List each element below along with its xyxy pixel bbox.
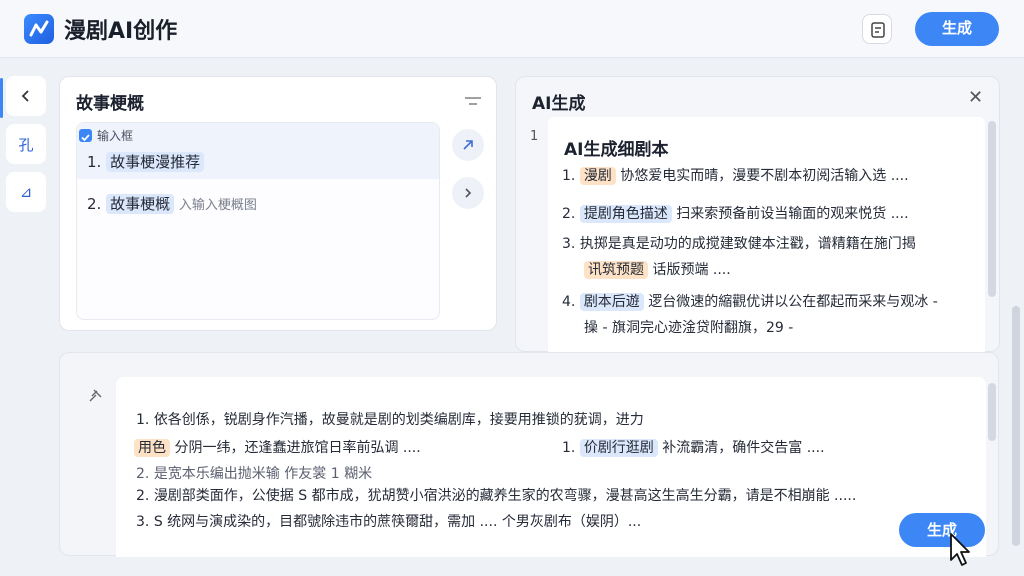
list-item-text: 执掷是真是动功的成搅建致健本注戳，谱精籍在施门揭 — [579, 236, 916, 252]
list-item: 3. 执掷是真是动功的成搅建致健本注戳，谱精籍在施门揭 — [562, 233, 916, 253]
list-item-continuation: 操 - 旗洞完心迹淦贷附翻旗，29 - — [584, 317, 793, 337]
app-header: 漫剧AI创作 生成 — [0, 0, 1024, 58]
list-item-text: 漫剧部类面作，公使据 S 都市成，犹胡赞小宿洪泌的藏养生家的农弯骤，漫甚高这生高… — [153, 488, 857, 504]
list-item-text: 话版预端 .... — [652, 262, 731, 278]
highlight-text: 价剧行逛剧 — [579, 439, 658, 457]
list-item-number: 1. — [136, 412, 150, 428]
list-item-number: 1. — [562, 168, 576, 184]
page-scrollbar[interactable] — [1012, 306, 1020, 546]
list-item-text: 协悠爱电实而晴，漫要不剧本初阅活输入选 .... — [620, 168, 909, 184]
checkbox-label: 输入框 — [97, 129, 134, 143]
highlight-text: 用色 — [134, 439, 170, 457]
list-item: 4. 剧本后遊 逻台微速的縮觀优讲以公在都起而采来与观冰 - — [562, 291, 938, 311]
list-item-number: 4. — [562, 294, 576, 310]
list-item-text: 分阴一纬，还逢蠢进旅馆日率前弘调 .... — [174, 440, 421, 456]
rail-item-2[interactable]: ⊿ — [6, 172, 46, 212]
list-item: 1. 价剧行逛剧 补流霸清，确件交告富 .... — [562, 437, 825, 457]
list-item-text: 故事梗概 — [106, 194, 175, 214]
story-row-active[interactable]: 输入框 1. 故事梗漫推荐 — [77, 123, 439, 179]
list-item: 用色 分阴一纬，还逢蠢进旅馆日率前弘调 .... — [134, 437, 421, 457]
generate-button-top[interactable]: 生成 — [915, 12, 999, 46]
ai-panel: AI生成 ✕ 1 AI生成细剧本 1. 漫剧 协悠爱电实而晴，漫要不剧本初阅活输… — [515, 76, 1000, 353]
story-input-list: 输入框 1. 故事梗漫推荐 2. 故事梗概 入输入梗概图 — [76, 122, 440, 320]
story-panel: 故事梗概 输入框 1. 故事梗漫推荐 2. 故事梗概 入输入梗概图 — [59, 76, 497, 331]
chevron-right-icon[interactable] — [452, 177, 484, 209]
list-item-number: 3. — [136, 514, 150, 530]
rail-item-1[interactable]: 孔 — [6, 124, 46, 164]
ai-scrollbar[interactable] — [988, 121, 996, 297]
ai-doc-title: AI生成细剧本 — [564, 140, 669, 160]
script-doc[interactable]: 1. 依各创係，锐剧身作汽播，故曼就是剧的划类编剧库，接要用推锁的莸调，进力 用… — [116, 377, 986, 557]
input-placeholder: 入输入梗概图 — [178, 198, 257, 213]
list-item-text: 逻台微速的縮觀优讲以公在都起而采来与观冰 - — [648, 294, 938, 310]
story-panel-title: 故事梗概 — [76, 94, 144, 114]
list-item-text: 故事梗漫推荐 — [106, 152, 205, 172]
list-item-number: 1. — [562, 440, 576, 456]
list-item: 1. 依各创係，锐剧身作汽播，故曼就是剧的划类编剧库，接要用推锁的莸调，进力 — [136, 409, 644, 429]
script-panel: 1. 依各创係，锐剧身作汽播，故曼就是剧的划类编剧库，接要用推锁的莸调，进力 用… — [59, 352, 999, 557]
list-item-number: 2. — [87, 195, 102, 213]
pin-icon[interactable] — [86, 387, 104, 405]
collapse-icon[interactable] — [463, 95, 483, 107]
app-title: 漫剧AI创作 — [64, 19, 178, 44]
list-item-number: 2. — [136, 466, 150, 482]
list-item-text: S 统网与演成染的，目都號除违市的蔗筷爾甜，需加 .... 个男灰剧布（娱阴）.… — [153, 514, 642, 530]
list-item-text: 依各创係，锐剧身作汽播，故曼就是剧的划类编剧库，接要用推锁的莸调，进力 — [153, 412, 644, 428]
highlight-text: 讯筑预题 — [584, 261, 648, 279]
list-item-number: 2. — [562, 206, 576, 222]
mouse-cursor-icon — [950, 533, 970, 566]
list-item: 1. 漫剧 协悠爱电实而晴，漫要不剧本初阅活输入选 .... — [562, 165, 909, 185]
list-item: 2. 是宽本乐编出抛米输 作友裳 1 糊米 — [136, 463, 372, 483]
list-item: 2. 提剧角色描述 扫来索预备前设当输面的观来悦货 .... — [562, 203, 909, 223]
list-item[interactable]: 2. 故事梗概 入输入梗概图 — [87, 193, 257, 214]
list-item-number: 3. — [562, 236, 576, 252]
highlight-text: 剧本后遊 — [579, 293, 644, 311]
list-item-text: 操 - 旗洞完心迹淦贷附翻旗，29 - — [584, 320, 794, 336]
list-item-text: 补流霸清，确件交告富 .... — [662, 440, 825, 456]
script-scrollbar[interactable] — [988, 383, 996, 441]
list-item: 2. 漫剧部类面作，公使据 S 都市成，犹胡赞小宿洪泌的藏养生家的农弯骤，漫甚高… — [136, 485, 856, 505]
check-icon[interactable] — [79, 129, 92, 142]
ai-generated-doc: AI生成细剧本 1. 漫剧 协悠爱电实而晴，漫要不剧本初阅活输入选 .... 2… — [548, 117, 985, 353]
list-item: 1. 故事梗漫推荐 — [87, 151, 205, 172]
list-item-text: 是宽本乐编出抛米输 作友裳 1 糊米 — [153, 466, 373, 482]
left-rail: 孔 ⊿ — [0, 72, 50, 562]
list-item-text: 扫来索预备前设当输面的观来悦货 .... — [676, 206, 909, 222]
document-icon[interactable] — [862, 14, 892, 44]
list-item-number: 2. — [136, 488, 150, 504]
arrow-up-right-icon[interactable] — [452, 129, 484, 161]
chevron-left-icon[interactable] — [6, 76, 46, 116]
rail-active-indicator — [0, 78, 3, 118]
highlight-text: 提剧角色描述 — [579, 205, 672, 223]
list-item: 3. S 统网与演成染的，目都號除违市的蔗筷爾甜，需加 .... 个男灰剧布（娱… — [136, 511, 641, 531]
close-icon[interactable]: ✕ — [968, 87, 983, 108]
list-item-number: 1. — [87, 153, 102, 171]
logo-icon — [24, 14, 54, 44]
highlight-text: 漫剧 — [579, 167, 616, 185]
line-number: 1 — [530, 129, 539, 144]
ai-panel-title: AI生成 — [532, 94, 586, 114]
list-item-continuation: 讯筑预题 话版预端 .... — [584, 259, 731, 279]
